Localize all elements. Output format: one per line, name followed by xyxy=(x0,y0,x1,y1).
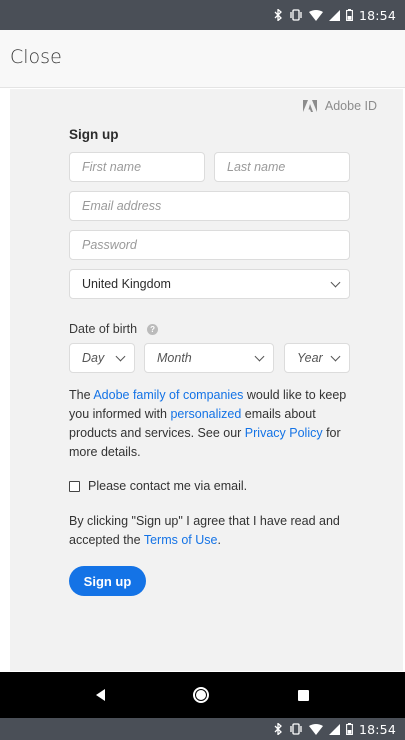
form-title: Sign up xyxy=(69,127,119,142)
dob-label-text: Date of birth xyxy=(69,322,138,336)
status-bar-secondary: 18:54 xyxy=(0,718,405,740)
bluetooth-icon xyxy=(274,723,283,735)
email-field[interactable]: Email address xyxy=(69,191,350,221)
bluetooth-icon xyxy=(274,9,283,21)
brand-label: Adobe ID xyxy=(324,99,377,113)
signup-panel: Adobe ID Sign up First name Last name Em… xyxy=(10,89,403,671)
dob-day-value: Day xyxy=(82,351,105,365)
signup-button[interactable]: Sign up xyxy=(69,566,146,596)
last-name-field[interactable]: Last name xyxy=(214,152,350,182)
adobe-logo-icon xyxy=(302,100,317,112)
chevron-down-icon xyxy=(115,351,126,361)
personalized-link[interactable]: personalized xyxy=(170,407,241,421)
navigation-bar xyxy=(0,672,405,718)
chevron-down-icon xyxy=(330,277,341,287)
signal-icon xyxy=(328,9,340,21)
dob-year-select[interactable]: Year xyxy=(284,343,350,373)
email-consent-label: Please contact me via email. xyxy=(88,479,248,493)
terms-text-2: . xyxy=(217,533,221,547)
help-icon[interactable]: ? xyxy=(147,323,159,335)
status-time: 18:54 xyxy=(358,7,396,23)
close-button[interactable]: Close xyxy=(10,46,62,68)
adobe-companies-link[interactable]: Adobe family of companies xyxy=(93,388,243,402)
battery-icon xyxy=(346,723,353,735)
marketing-info-text: The Adobe family of companies would like… xyxy=(69,386,354,462)
home-icon[interactable] xyxy=(193,687,210,703)
first-name-field[interactable]: First name xyxy=(69,152,205,182)
country-select[interactable]: United Kingdom xyxy=(69,269,350,299)
dob-month-value: Month xyxy=(157,351,192,365)
header-bar: Close xyxy=(0,30,405,88)
status-bar: 18:54 xyxy=(0,0,405,30)
vibrate-icon xyxy=(289,9,303,21)
wifi-icon xyxy=(308,723,323,735)
status-time: 18:54 xyxy=(358,721,396,737)
terms-of-use-link[interactable]: Terms of Use xyxy=(144,533,218,547)
signal-icon xyxy=(328,723,340,735)
dob-label: Date of birth ? xyxy=(69,322,159,336)
chevron-down-icon xyxy=(330,351,341,361)
brand-mark: Adobe ID xyxy=(302,99,377,113)
dob-day-select[interactable]: Day xyxy=(69,343,135,373)
battery-icon xyxy=(346,9,353,21)
terms-text: By clicking "Sign up" I agree that I hav… xyxy=(69,512,354,550)
back-icon[interactable] xyxy=(96,689,106,701)
wifi-icon xyxy=(308,9,323,21)
email-consent-checkbox[interactable] xyxy=(69,480,80,492)
chevron-down-icon xyxy=(254,351,265,361)
privacy-policy-link[interactable]: Privacy Policy xyxy=(245,426,323,440)
vibrate-icon xyxy=(289,723,303,735)
recent-apps-icon[interactable] xyxy=(297,689,309,701)
password-field[interactable]: Password xyxy=(69,230,350,260)
dob-year-value: Year xyxy=(297,351,323,365)
country-value: United Kingdom xyxy=(82,277,171,291)
info-text-1: The xyxy=(69,388,94,402)
dob-month-select[interactable]: Month xyxy=(144,343,274,373)
email-consent-row[interactable]: Please contact me via email. xyxy=(69,479,247,493)
